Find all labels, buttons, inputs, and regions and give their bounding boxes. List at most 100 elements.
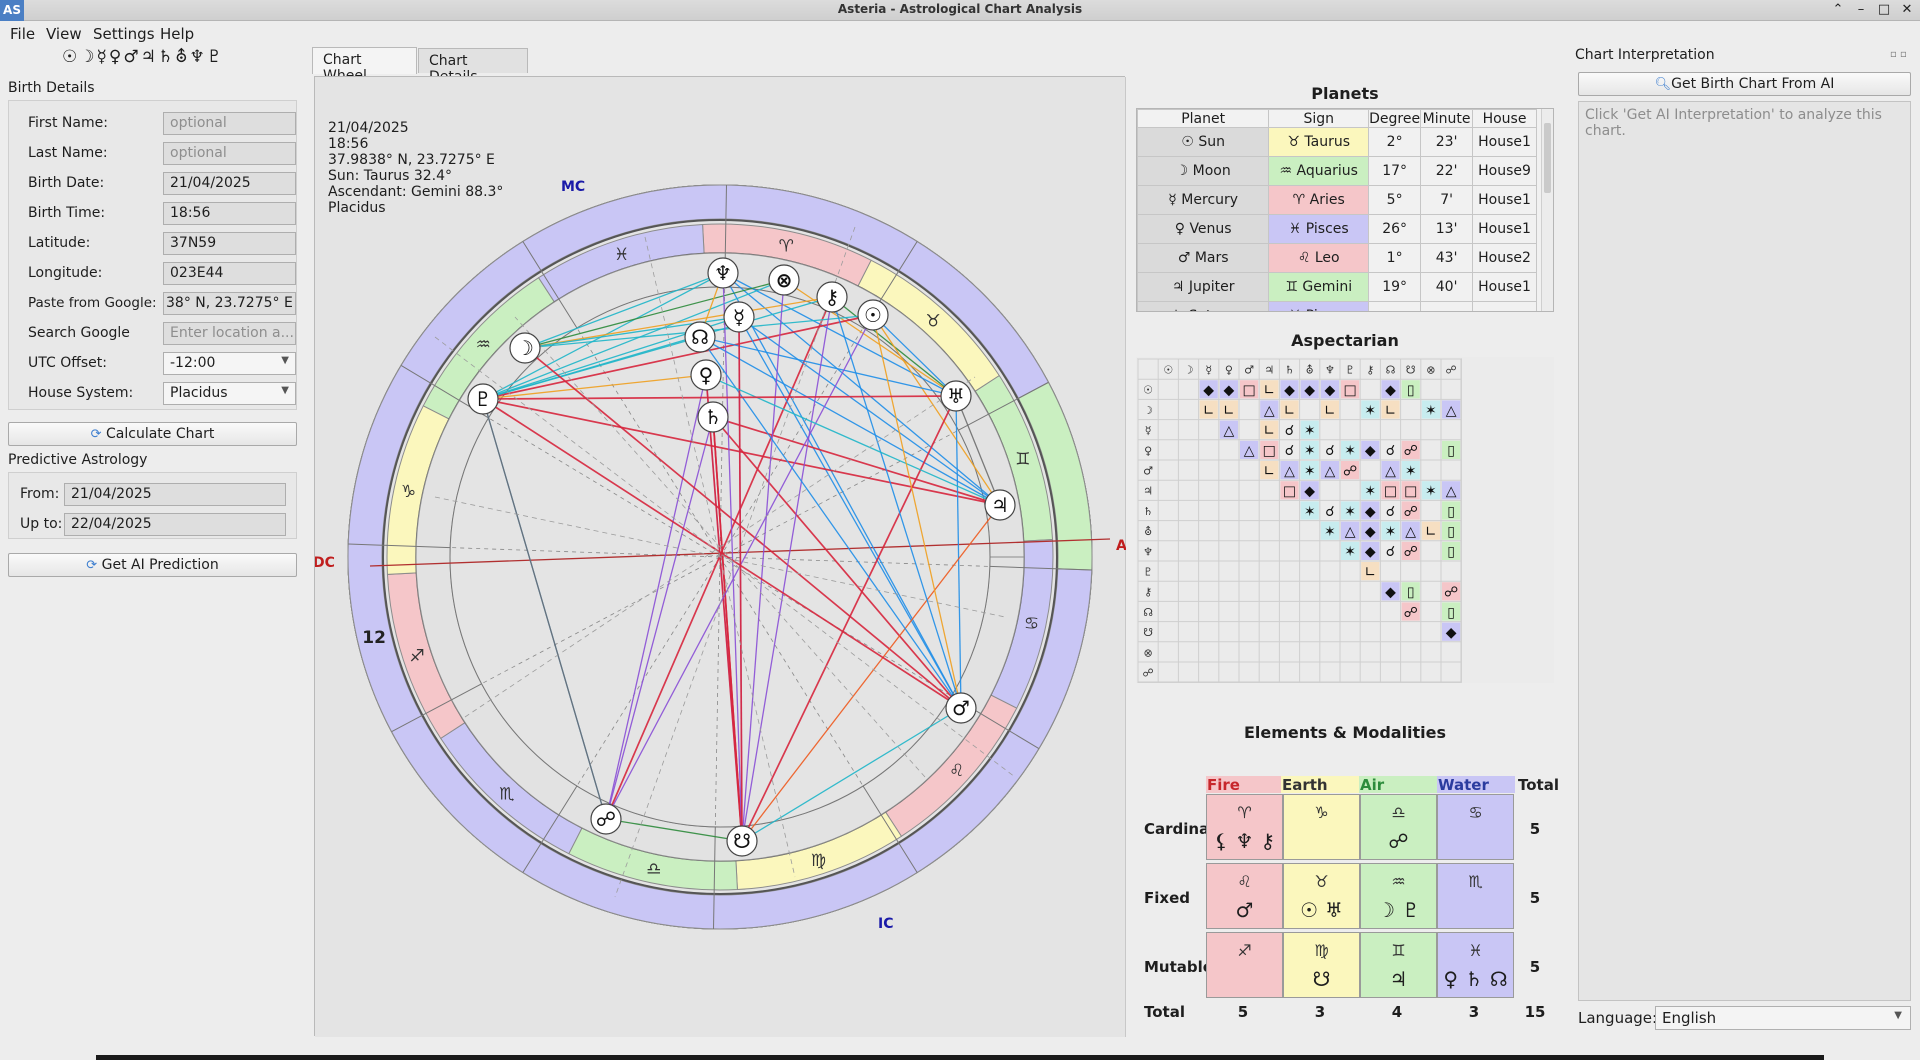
table-row[interactable]: ♀ Venus ♓ Pisces 26° 13' House1 [1137,214,1537,244]
table-row[interactable]: ♄ Saturn♓ Pisces [1137,301,1537,311]
degree-cell [1368,301,1422,311]
minute-cell: 22' [1420,156,1474,186]
planets-table: Planet Sign Degree Minute House ☉ Sun ♉ T… [1137,109,1537,311]
longitude-label: Longitude: [28,265,103,281]
aspect-symbol: ◆ [1365,544,1376,560]
minimize-button[interactable]: – [1852,1,1870,19]
table-row[interactable]: ☿ Mercury ♈ Aries 5° 7' House1 [1137,185,1537,215]
chart-info-coords: 37.9838° N, 23.7275° E [328,152,495,168]
aspect-col-header: ⊗ [1426,364,1435,377]
search-google-input[interactable]: Enter location a... [163,322,296,345]
degree-cell: 26° [1368,214,1422,244]
air-total: 4 [1391,1003,1403,1021]
aspect-symbol: ✶ [1344,504,1356,520]
aspectarian-grid: ☉ ☉ ☽ ☽ ☿ ☿ ♀ ♀ ♂ ♂ ♃ ♃ ♄ ♄ ⛢ ⛢ ♆ ♆ ♇ ♇ ⚷ ⚷ ☊ ☊ ☋ ☋ ⊗ ⊗ ☍ ☍ ◆ ◆ □ ∟ ◆ ◆ ◆ □ ◆ ▯… [1136,357,1554,683]
house-system-select[interactable]: Placidus ▼ [163,382,296,405]
aspect-symbol: □ [1263,443,1276,459]
birth-time-label: Birth Time: [28,205,106,221]
to-date-input[interactable]: 22/04/2025 [64,513,286,536]
shade-window-button[interactable]: ⌃ [1829,1,1847,19]
aspect-row-header: ♂ [1143,465,1153,478]
aspect-symbol: ▯ [1407,585,1415,601]
paste-google-input[interactable]: 38° N, 23.7275° E [163,292,296,315]
ai-prediction-button[interactable]: ⟳ Get AI Prediction [8,553,297,577]
table-row[interactable]: ☉ Sun ♉ Taurus 2° 23' House1 [1137,127,1537,157]
element-sign-glyph: ♐ [1237,941,1252,960]
col-sign[interactable]: Sign [1268,109,1370,128]
from-date-input[interactable]: 21/04/2025 [64,483,286,506]
menu-help[interactable]: Help [160,25,194,43]
table-row[interactable]: ♂ Mars ♌ Leo 1° 43' House2 [1137,243,1537,273]
longitude-input[interactable]: 023E44 [163,262,296,285]
minute-cell [1420,301,1474,311]
degree-cell: 17° [1368,156,1422,186]
aspect-col-header: ☽ [1184,364,1194,377]
latitude-input[interactable]: 37N59 [163,232,296,255]
planet-glyph-venus: ♀ [699,363,714,387]
element-cell: ♈ ⚸ ♆ ⚷ [1206,794,1283,860]
aspect-symbol: ☌ [1325,504,1334,520]
col-minute[interactable]: Minute [1420,109,1474,128]
maximize-button[interactable]: □ [1875,1,1893,19]
planet-glyph-mars: ♂ [952,696,970,720]
planets-table-body: ☉ Sun ♉ Taurus 2° 23' House1 ☽ Moon ♒ Aquarius… [1137,127,1537,311]
aspect-col-header: ♀ [1225,364,1233,377]
birth-time-input[interactable]: 18:56 [163,202,296,225]
planets-title: Planets [1311,84,1379,103]
aspect-symbol: ✶ [1304,463,1316,479]
table-row[interactable]: ☽ Moon ♒ Aquarius 17° 22' House9 [1137,156,1537,186]
utc-offset-value: -12:00 [170,355,216,371]
last-name-input[interactable]: optional [163,142,296,165]
aspect-col-header: ♆ [1325,364,1335,377]
dock-float-icon[interactable]: ▫ ▫ [1890,49,1907,60]
search-google-label: Search Google [28,325,130,341]
aspect-symbol: ∟ [1284,403,1296,419]
language-value: English [1662,1009,1717,1027]
utc-offset-select[interactable]: -12:00 ▼ [163,352,296,375]
chart-wheel-panel: 123456789101112♈♉♊♋♌♍♎♏♐♑♒♓MCICACDC♆⊗⚷☉☊… [315,77,1126,1037]
language-select[interactable]: English ▼ [1655,1006,1911,1030]
menu-view[interactable]: View [46,25,82,43]
planets-scrollbar[interactable] [1541,109,1553,311]
menu-file[interactable]: File [10,25,35,43]
aspect-col-header: ⚷ [1366,364,1374,377]
interpretation-text[interactable]: Click 'Get AI Interpretation' to analyze… [1578,101,1911,1001]
aspect-symbol: ☌ [1285,443,1294,459]
aspect-symbol: △ [1345,524,1356,540]
aspect-symbol: ∟ [1263,383,1275,399]
tab-chart-details[interactable]: Chart Details [418,48,528,85]
col-degree[interactable]: Degree [1368,109,1422,128]
col-planet[interactable]: Planet [1137,109,1270,128]
aspect-row-header: ☉ [1143,384,1153,397]
table-row[interactable]: ♃ Jupiter ♊ Gemini 19° 40' House1 [1137,272,1537,302]
sign-glyph-11: ♓ [614,245,629,265]
scrollbar-thumb[interactable] [1544,123,1551,193]
birth-date-input[interactable]: 21/04/2025 [163,172,296,195]
aspect-col-header: ☊ [1386,364,1396,377]
planet-glyph-mercury: ☿ [733,305,745,329]
element-sign-glyph: ♎ [1391,803,1406,822]
aspect-symbol: □ [1343,383,1356,399]
fixed-total: 5 [1529,889,1541,907]
planet-glyph-chiron: ⚷ [825,285,840,309]
calculate-chart-button[interactable]: ⟳ Calculate Chart [8,422,297,446]
aspect-symbol: ▯ [1447,524,1455,540]
aspect-symbol: ∟ [1203,403,1215,419]
window-title: Asteria - Astrological Chart Analysis [837,2,1083,16]
aspect-symbol: ☍ [1404,544,1418,560]
birth-chart-ai-button[interactable]: 🔍︎Get Birth Chart From AI [1578,72,1911,96]
first-name-input[interactable]: optional [163,112,296,135]
aspect-row-header: ♇ [1143,566,1153,579]
ai-prediction-label: Get AI Prediction [101,557,219,573]
aspect-symbol: ✶ [1364,403,1376,419]
element-sign-glyph: ♒ [1391,872,1406,891]
tab-chart-wheel[interactable]: Chart Wheel [312,47,417,84]
close-button[interactable]: ✕ [1898,1,1916,19]
aspect-symbol: ∟ [1385,403,1397,419]
col-house[interactable]: House [1472,109,1537,128]
menu-settings[interactable]: Settings [93,25,155,43]
aspect-symbol: □ [1283,484,1296,500]
aspect-col-header: ☍ [1446,364,1457,377]
element-sign-glyph: ♈ [1237,803,1252,822]
element-cell: ♉ ☉ ♅ [1283,863,1360,929]
